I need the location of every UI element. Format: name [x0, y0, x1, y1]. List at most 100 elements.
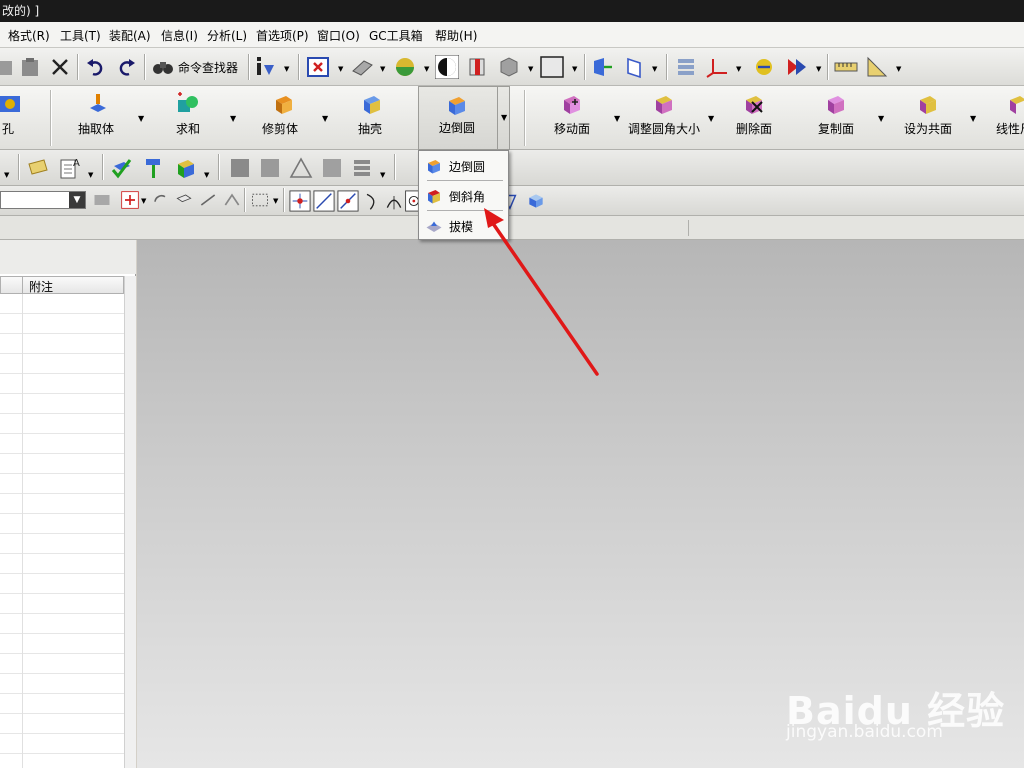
- table-row[interactable]: [0, 414, 124, 434]
- table-row[interactable]: [0, 434, 124, 454]
- wcs-icon[interactable]: [590, 55, 614, 79]
- note-icon[interactable]: [26, 156, 50, 180]
- back-icon[interactable]: [150, 190, 170, 210]
- menu-assembly[interactable]: 装配(A): [109, 27, 151, 44]
- menu-information[interactable]: 信息(I): [161, 27, 198, 44]
- sectional-view-icon[interactable]: [435, 55, 459, 79]
- table-row[interactable]: [0, 614, 124, 634]
- column-header-cell[interactable]: [1, 277, 23, 293]
- chevron-down-icon[interactable]: ▼: [4, 172, 12, 179]
- mid-point-icon[interactable]: [337, 190, 359, 212]
- redo-icon[interactable]: [114, 55, 138, 79]
- select-icon[interactable]: [92, 190, 112, 210]
- chevron-down-icon[interactable]: ▼: [230, 114, 236, 123]
- chevron-down-icon[interactable]: ▼: [896, 66, 904, 73]
- menu-help[interactable]: 帮助(H): [435, 27, 477, 44]
- chevron-down-icon[interactable]: ▼: [970, 114, 976, 123]
- chevron-down-icon[interactable]: ▼: [204, 172, 212, 179]
- copy-face-button[interactable]: 复制面: [818, 88, 858, 146]
- resize-blend-button[interactable]: 调整圆角大小: [628, 88, 702, 146]
- motion-icon[interactable]: [752, 55, 776, 79]
- angle-measure-icon[interactable]: [865, 55, 889, 79]
- menu-analysis[interactable]: 分析(L): [207, 27, 247, 44]
- shell-button[interactable]: 抽壳: [356, 88, 396, 146]
- chevron-down-icon[interactable]: ▼: [141, 198, 149, 205]
- validate-icon[interactable]: [174, 156, 198, 180]
- table-row[interactable]: [0, 494, 124, 514]
- table-row[interactable]: [0, 594, 124, 614]
- table-row[interactable]: [0, 394, 124, 414]
- table-row[interactable]: [0, 294, 124, 314]
- table-row[interactable]: [0, 354, 124, 374]
- move-face-button[interactable]: 移动面: [552, 88, 592, 146]
- table-row[interactable]: [0, 674, 124, 694]
- hole-button[interactable]: 孔: [0, 88, 32, 146]
- table-row[interactable]: [0, 374, 124, 394]
- body-icon[interactable]: [222, 190, 242, 210]
- chevron-down-icon[interactable]: ▼: [572, 66, 580, 73]
- menu-format[interactable]: 格式(R): [8, 27, 50, 44]
- menu-gc-toolbox[interactable]: GC工具箱: [369, 27, 423, 44]
- edge-blend-button[interactable]: 边倒圆 ▼: [418, 86, 510, 150]
- check-geometry-icon[interactable]: [110, 156, 134, 180]
- extract-body-button[interactable]: 抽取体: [76, 88, 128, 146]
- delete-face-button[interactable]: 删除面: [736, 88, 776, 146]
- 3d-cube-icon[interactable]: [526, 190, 546, 212]
- table-row[interactable]: [0, 574, 124, 594]
- chevron-down-icon[interactable]: ▼: [380, 66, 388, 73]
- table-row[interactable]: [0, 754, 124, 768]
- chevron-down-icon[interactable]: ▼: [284, 66, 292, 73]
- fit-view-icon[interactable]: [306, 55, 330, 79]
- table-row[interactable]: [0, 334, 124, 354]
- table-row[interactable]: [0, 694, 124, 714]
- rectangle-select-icon[interactable]: [250, 190, 270, 210]
- notes-column-label[interactable]: 附注: [29, 278, 53, 295]
- ruler-icon[interactable]: [834, 55, 858, 79]
- table-row[interactable]: [0, 654, 124, 674]
- paste-icon[interactable]: [18, 55, 42, 79]
- table-row[interactable]: [0, 454, 124, 474]
- edge-icon[interactable]: [198, 190, 218, 210]
- intersection-icon[interactable]: [384, 190, 404, 212]
- snap-point-icon[interactable]: [289, 190, 311, 212]
- table-row[interactable]: [0, 314, 124, 334]
- info-icon[interactable]: [254, 55, 278, 79]
- layer-settings-icon[interactable]: [674, 55, 698, 79]
- table-row[interactable]: [0, 514, 124, 534]
- orient-view-icon[interactable]: [350, 55, 374, 79]
- datum-plane-icon[interactable]: [622, 55, 646, 79]
- chevron-down-icon[interactable]: ▼: [69, 192, 85, 208]
- menu-window[interactable]: 窗口(O): [317, 27, 360, 44]
- edit-section-icon[interactable]: [466, 55, 490, 79]
- navigator-scrollbar[interactable]: [124, 276, 136, 768]
- chevron-down-icon[interactable]: ▼: [338, 66, 346, 73]
- chevron-down-icon[interactable]: ▼: [273, 198, 281, 205]
- table-row[interactable]: [0, 474, 124, 494]
- trim-body-button[interactable]: 修剪体: [260, 88, 310, 146]
- chevron-down-icon[interactable]: ▼: [614, 114, 620, 123]
- chevron-down-icon[interactable]: ▼: [816, 66, 824, 73]
- menu-item-draft[interactable]: 拔模: [421, 212, 507, 240]
- menu-preferences[interactable]: 首选项(P): [256, 27, 309, 44]
- chevron-down-icon[interactable]: ▼: [501, 113, 507, 122]
- text-document-icon[interactable]: A: [58, 156, 82, 180]
- clip-section-icon[interactable]: [497, 55, 521, 79]
- shading-icon[interactable]: [393, 55, 417, 79]
- hammer-icon[interactable]: [142, 156, 166, 180]
- chevron-down-icon[interactable]: ▼: [528, 66, 536, 73]
- chevron-down-icon[interactable]: ▼: [878, 114, 884, 123]
- delete-icon[interactable]: [48, 55, 72, 79]
- arc-center-icon[interactable]: [405, 190, 419, 212]
- chevron-down-icon[interactable]: ▼: [652, 66, 660, 73]
- play-animation-icon[interactable]: [784, 55, 808, 79]
- table-row[interactable]: [0, 534, 124, 554]
- filter-icon[interactable]: [120, 190, 140, 210]
- face-icon[interactable]: [174, 190, 194, 210]
- linear-dimension-button[interactable]: 线性尺: [994, 88, 1024, 146]
- table-row[interactable]: [0, 714, 124, 734]
- table-row[interactable]: [0, 634, 124, 654]
- chevron-down-icon[interactable]: ▼: [138, 114, 144, 123]
- chevron-down-icon[interactable]: ▼: [424, 66, 432, 73]
- background-icon[interactable]: [540, 55, 564, 79]
- chevron-down-icon[interactable]: ▼: [322, 114, 328, 123]
